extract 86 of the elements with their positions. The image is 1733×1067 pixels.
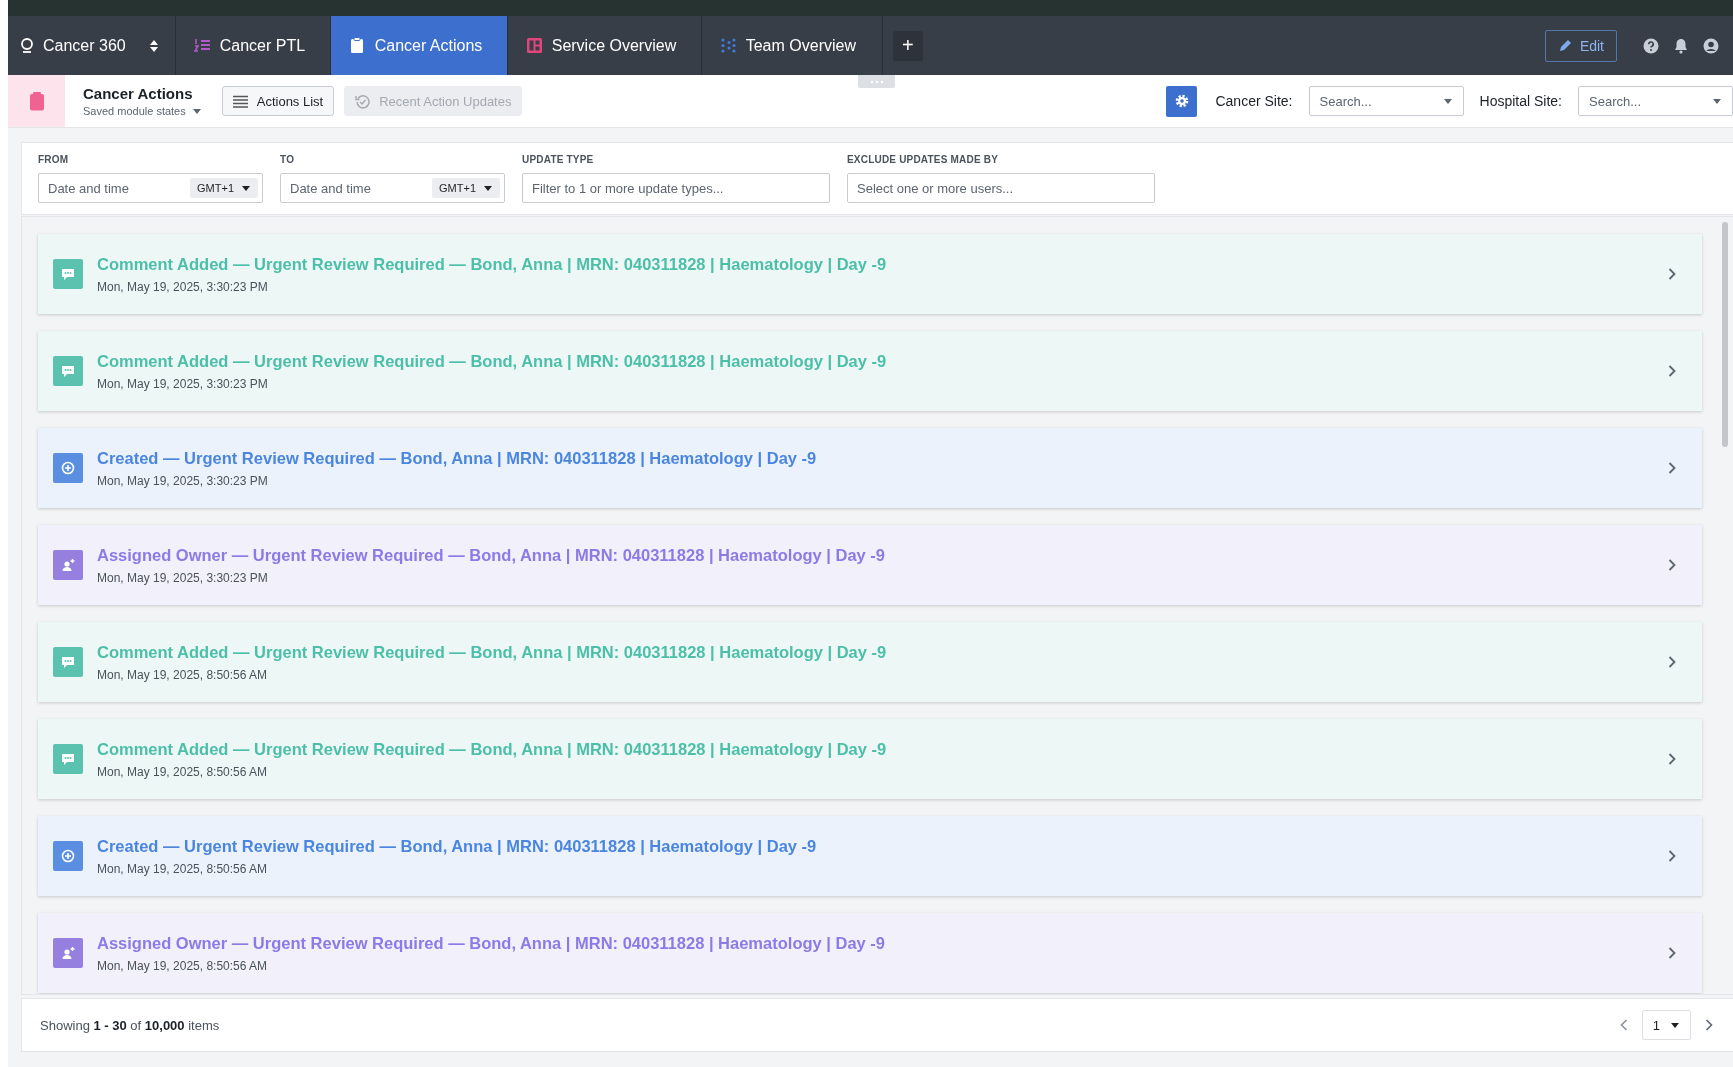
update-card[interactable]: Comment Added — Urgent Review Required — Bond, Anna | MRN: 040311828 | Haematology | Day -9 Mon, May 19, 2025, 3:30:23 PM [38, 234, 1702, 314]
sort-icon [148, 38, 159, 53]
caret-icon [191, 106, 202, 116]
caret-icon [1442, 96, 1453, 106]
chat-icon [53, 356, 83, 386]
input-field[interactable]: Date and time GMT+1 [38, 173, 263, 203]
user-icon [1703, 37, 1719, 54]
edit-button[interactable]: Edit [1544, 29, 1617, 62]
input-field[interactable]: Date and time GMT+1 [280, 173, 505, 203]
caret-icon [1712, 96, 1722, 106]
help-icon [1643, 37, 1659, 54]
settings-icon [1173, 93, 1190, 109]
update-card[interactable]: Comment Added — Urgent Review Required — Bond, Anna | MRN: 040311828 | Haematology | Day -9 Mon, May 19, 2025, 8:50:56 AM [38, 719, 1702, 799]
caret-icon [241, 183, 251, 193]
chevron-right-icon [1668, 850, 1676, 862]
site-select[interactable]: Search... [1308, 86, 1464, 116]
update-title: Comment Added — Urgent Review Required — Bond, Anna | MRN: 040311828 | Haematology | Day -9 [97, 351, 887, 371]
timezone-dropdown[interactable]: GMT+1 [190, 178, 258, 198]
chevron-right-icon [1705, 1019, 1713, 1031]
timezone-dropdown[interactable]: GMT+1 [432, 178, 500, 198]
update-title: Comment Added — Urgent Review Required — Bond, Anna | MRN: 040311828 | Haematology | Day -9 [97, 254, 887, 274]
input-field[interactable]: Select one or more users... [847, 173, 1155, 203]
update-title: Created — Urgent Review Required — Bond, Anna | MRN: 040311828 | Haematology | Day -9 [97, 836, 817, 856]
caret-icon [483, 183, 493, 193]
caret-icon [1670, 1020, 1680, 1030]
update-time: Mon, May 19, 2025, 3:30:23 PM [97, 570, 269, 585]
field-label: Cancer Site: [1215, 93, 1293, 109]
update-time: Mon, May 19, 2025, 8:50:56 AM [97, 764, 269, 779]
bell-icon [1673, 37, 1689, 54]
scrollbar[interactable] [1722, 222, 1728, 447]
saved-states-dropdown[interactable]: Saved module states [83, 105, 202, 117]
update-title: Created — Urgent Review Required — Bond, Anna | MRN: 040311828 | Haematology | Day -9 [97, 448, 817, 468]
list-icon [232, 94, 248, 108]
field-label: FROM [38, 154, 70, 165]
chevron-right-icon [1668, 268, 1676, 280]
chevron-right-icon [1668, 656, 1676, 668]
chevron-right-icon [1668, 559, 1676, 571]
item-count: Showing 1 - 30 of 10,000 items [40, 1017, 220, 1033]
chevron-right-icon [1668, 462, 1676, 474]
module-title: Cancer Actions [83, 85, 194, 102]
chevron-left-icon [1619, 1019, 1628, 1031]
page-select[interactable]: 1 [1641, 1010, 1691, 1040]
update-time: Mon, May 19, 2025, 3:30:23 PM [97, 279, 269, 294]
update-time: Mon, May 19, 2025, 3:30:23 PM [97, 376, 269, 391]
add-user-icon [53, 938, 83, 968]
add-tab-button[interactable]: + [892, 30, 923, 61]
chevron-right-icon [1668, 947, 1676, 959]
update-card[interactable]: Assigned Owner — Urgent Review Required — Bond, Anna | MRN: 040311828 | Haematology | Day -9 Mon, May 19, 2025, 3:30:23 PM [38, 525, 1702, 605]
clipboard-icon [28, 91, 45, 111]
field-label: Hospital Site: [1479, 93, 1562, 109]
update-title: Comment Added — Urgent Review Required — Bond, Anna | MRN: 040311828 | Haematology | Day -9 [97, 642, 887, 662]
update-title: Comment Added — Urgent Review Required — Bond, Anna | MRN: 040311828 | Haematology | Day -9 [97, 739, 887, 759]
update-time: Mon, May 19, 2025, 3:30:23 PM [97, 473, 269, 488]
update-time: Mon, May 19, 2025, 8:50:56 AM [97, 667, 269, 682]
dots-icon [869, 79, 884, 84]
update-title: Assigned Owner — Urgent Review Required — Bond, Anna | MRN: 040311828 | Haematology | Day -9 [97, 545, 886, 565]
tab[interactable]: Cancer Actions [330, 16, 508, 75]
update-card[interactable]: Comment Added — Urgent Review Required — Bond, Anna | MRN: 040311828 | Haematology | Day -9 Mon, May 19, 2025, 8:50:56 AM [38, 622, 1702, 702]
field-label: EXCLUDE UPDATES MADE BY [847, 154, 1000, 165]
field-label: UPDATE TYPE [522, 154, 595, 165]
list-icon [193, 37, 211, 54]
dots-icon [719, 37, 737, 54]
update-card[interactable]: Created — Urgent Review Required — Bond, Anna | MRN: 040311828 | Haematology | Day -9 Mon, May 19, 2025, 8:50:56 AM [38, 816, 1702, 896]
update-time: Mon, May 19, 2025, 8:50:56 AM [97, 861, 269, 876]
chat-icon [53, 744, 83, 774]
update-card[interactable]: Created — Urgent Review Required — Bond, Anna | MRN: 040311828 | Haematology | Day -9 Mon, May 19, 2025, 3:30:23 PM [38, 428, 1702, 508]
clipboard-icon [348, 37, 366, 54]
update-card[interactable]: Assigned Owner — Urgent Review Required — Bond, Anna | MRN: 040311828 | Haematology | Day -9 Mon, May 19, 2025, 8:50:56 AM [38, 913, 1702, 993]
view-button[interactable]: Actions List [221, 86, 335, 116]
pencil-icon [1557, 38, 1572, 53]
settings-button[interactable] [1166, 85, 1198, 117]
chevron-right-icon [1668, 365, 1676, 377]
field-label: TO [280, 154, 296, 165]
input-field[interactable]: Filter to 1 or more update types... [522, 173, 830, 203]
chevron-right-icon [1668, 753, 1676, 765]
history-icon [355, 93, 371, 109]
update-time: Mon, May 19, 2025, 8:50:56 AM [97, 958, 269, 973]
drag-handle[interactable] [858, 75, 895, 88]
bulb-icon [20, 37, 34, 54]
site-select[interactable]: Search... [1578, 86, 1733, 116]
add-user-icon [53, 550, 83, 580]
layout-icon [525, 37, 543, 54]
update-card[interactable]: Comment Added — Urgent Review Required — Bond, Anna | MRN: 040311828 | Haematology | Day -9 Mon, May 19, 2025, 3:30:23 PM [38, 331, 1702, 411]
chat-icon [53, 259, 83, 289]
update-title: Assigned Owner — Urgent Review Required — Bond, Anna | MRN: 040311828 | Haematology | Day -9 [97, 933, 886, 953]
chat-icon [53, 647, 83, 677]
